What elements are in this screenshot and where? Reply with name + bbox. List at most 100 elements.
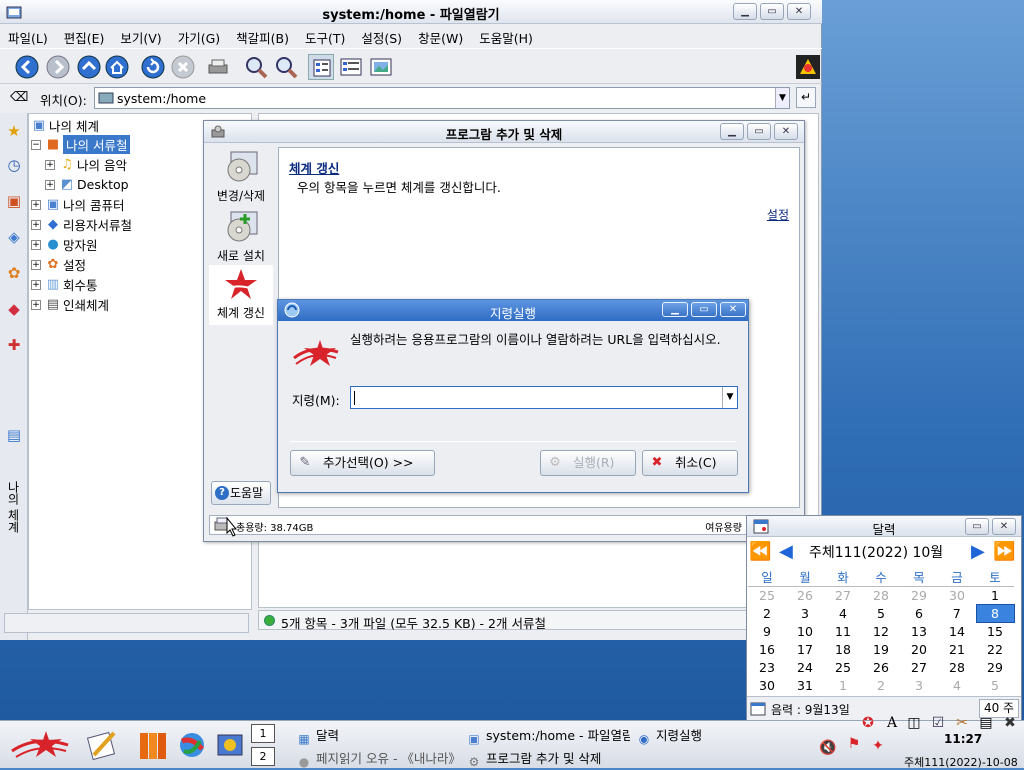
command-history-dropdown[interactable]: ▼ [722, 387, 737, 408]
tree-item-settings[interactable]: + ✿ 설정 [31, 255, 86, 274]
media-tab-icon[interactable]: ◆ [3, 297, 25, 321]
day-cell[interactable]: 4 [824, 605, 862, 623]
run-dialog-titlebar[interactable]: 지령실행 ▁ ▭ ✕ [278, 300, 748, 321]
system-tab-icon[interactable]: ▤ [3, 423, 25, 447]
text-editor-launcher-icon[interactable] [84, 727, 120, 763]
print-button[interactable] [205, 54, 231, 80]
tree-item-my-music[interactable]: + ♫ 나의 음악 [45, 155, 127, 174]
add-remove-titlebar[interactable]: 프로그람 추가 및 삭제 ▁ ▭ ✕ [204, 121, 804, 143]
menu-tools[interactable]: 도구(T) [297, 25, 353, 47]
location-dropdown-button[interactable]: ▼ [775, 88, 789, 108]
day-cell[interactable]: 30 [748, 677, 786, 695]
prev-year-icon[interactable]: ⏪ [749, 541, 771, 563]
task-file-manager[interactable]: ▣ system:/home - 파일열람기 [466, 725, 630, 745]
day-cell[interactable]: 23 [748, 659, 786, 677]
special-tab-icon[interactable]: ✚ [3, 333, 25, 357]
day-cell[interactable]: 3 [786, 605, 824, 623]
day-cell[interactable]: 15 [976, 623, 1014, 641]
keyboard-layout-flag-icon[interactable]: ⚑ [845, 735, 863, 753]
zoom-in-button[interactable] [243, 54, 269, 80]
day-cell[interactable]: 12 [862, 623, 900, 641]
day-cell[interactable]: 20 [900, 641, 938, 659]
stop-button[interactable] [170, 54, 196, 80]
task-add-remove-programs[interactable]: ⚙ 프로그람 추가 및 삭제 [466, 748, 646, 768]
month-label[interactable]: 주체111(2022) 10월 [809, 542, 943, 562]
next-month-icon[interactable]: ▶ [971, 541, 985, 563]
minimize-button[interactable]: ▁ [733, 3, 757, 20]
command-input[interactable]: ▼ [350, 386, 738, 409]
tree-item-network[interactable]: + ● 망자원 [31, 235, 98, 254]
tray-close-icon[interactable]: ✖ [1001, 714, 1019, 732]
home-folder-tab-icon[interactable]: ▣ [3, 189, 25, 213]
day-cell[interactable]: 28 [938, 659, 976, 677]
tree-item-my-computer[interactable]: + ▣ 나의 콤퓨터 [31, 195, 124, 214]
sidebar-system-tab-label[interactable]: 나의 체계 [5, 481, 22, 533]
menu-edit[interactable]: 편집(E) [56, 25, 113, 47]
tray-clipboard-icon[interactable]: ▤ [977, 714, 995, 732]
go-button[interactable]: ↵ [796, 87, 816, 108]
day-cell[interactable]: 9 [748, 623, 786, 641]
tree-item-user-folders[interactable]: + ◆ 리용자서류철 [31, 215, 132, 234]
preview-view-button[interactable] [368, 54, 394, 80]
maximize-button[interactable]: ▭ [691, 302, 717, 317]
day-cell[interactable]: 27 [824, 587, 862, 605]
maximize-button[interactable]: ▭ [965, 518, 989, 535]
tree-item-trash[interactable]: + ▥ 회수통 [31, 275, 98, 294]
day-cell[interactable]: 2 [748, 605, 786, 623]
minimize-button[interactable]: ▁ [720, 123, 744, 140]
close-button[interactable]: ✕ [787, 3, 811, 20]
detail-view-button[interactable] [338, 54, 364, 80]
browser-globe-launcher-icon[interactable] [174, 727, 210, 763]
day-cell[interactable]: 22 [976, 641, 1014, 659]
day-cell[interactable]: 3 [900, 677, 938, 695]
day-cell[interactable]: 25 [748, 587, 786, 605]
icon-view-button[interactable] [308, 54, 334, 80]
menu-window[interactable]: 창문(W) [410, 25, 471, 47]
day-cell[interactable]: 5 [976, 677, 1014, 695]
module-change-remove[interactable]: 변경/삭제 [209, 148, 273, 208]
day-cell[interactable]: 19 [862, 641, 900, 659]
settings-link[interactable]: 설정 [767, 206, 789, 223]
day-cell[interactable]: 14 [938, 623, 976, 641]
desktop-switch-2[interactable]: 2 [251, 747, 275, 766]
location-input[interactable]: system:/home ▼ [94, 87, 790, 109]
back-button[interactable] [14, 54, 40, 80]
day-cell[interactable]: 16 [748, 641, 786, 659]
day-cell[interactable]: 4 [938, 677, 976, 695]
day-cell[interactable]: 30 [938, 587, 976, 605]
tree-item-my-system[interactable]: ▣ 나의 체계 [31, 116, 99, 135]
more-options-button[interactable]: ✎ 추가선택(O) >> [290, 450, 435, 476]
clear-location-icon[interactable]: ⌫ [10, 91, 28, 105]
close-button[interactable]: ✕ [774, 123, 798, 140]
bookmarks-tab-icon[interactable]: ★ [3, 119, 25, 143]
tray-font-icon[interactable]: A [883, 714, 901, 732]
menu-settings[interactable]: 설정(S) [353, 25, 410, 47]
task-run-command[interactable]: ◉ 지령실행 [636, 725, 746, 745]
tray-note-icon[interactable]: ☑ [929, 714, 947, 732]
home-button[interactable] [104, 54, 130, 80]
reload-button[interactable] [140, 54, 166, 80]
up-button[interactable] [76, 54, 102, 80]
day-cell[interactable]: 5 [862, 605, 900, 623]
task-calendar[interactable]: ▦ 달력 [296, 725, 456, 745]
day-cell[interactable]: 29 [900, 587, 938, 605]
services-tab-icon[interactable]: ✿ [3, 261, 25, 285]
day-cell[interactable]: 29 [976, 659, 1014, 677]
day-cell[interactable]: 26 [786, 587, 824, 605]
tray-window-icon[interactable]: ◫ [905, 714, 923, 732]
day-cell[interactable]: 6 [900, 605, 938, 623]
day-cell[interactable]: 10 [786, 623, 824, 641]
day-cell[interactable]: 27 [900, 659, 938, 677]
day-cell[interactable]: 28 [862, 587, 900, 605]
help-button[interactable]: ? 도움말 [211, 481, 271, 505]
run-button[interactable]: ⚙ 실행(R) [540, 450, 636, 476]
tray-star-icon[interactable]: ✪ [859, 714, 877, 732]
forward-button[interactable] [45, 54, 71, 80]
close-button[interactable]: ✕ [720, 302, 746, 317]
tray-tools-icon[interactable]: ✂ [953, 714, 971, 732]
day-cell[interactable]: 18 [824, 641, 862, 659]
tree-item-desktop[interactable]: + ◩ Desktop [45, 175, 129, 194]
menu-bookmarks[interactable]: 책갈피(B) [228, 25, 297, 47]
cancel-button[interactable]: ✖ 취소(C) [642, 450, 738, 476]
volume-muted-icon[interactable]: 🔇 [819, 739, 837, 757]
